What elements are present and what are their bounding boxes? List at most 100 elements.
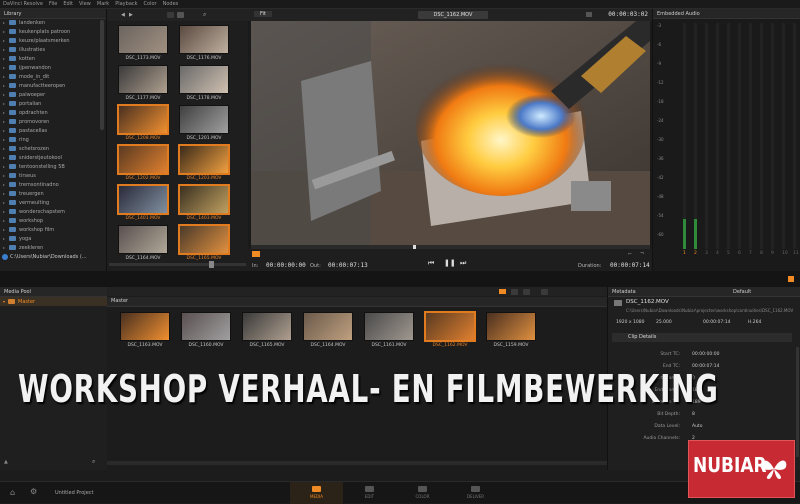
- pool-clip[interactable]: DSC_1164.MOV: [300, 312, 356, 348]
- library-folder[interactable]: ▸ ring: [0, 135, 104, 144]
- page-tab-media[interactable]: MEDIA: [290, 482, 343, 504]
- library-folder[interactable]: ▸ sniderstjeutokool: [0, 153, 104, 162]
- forward-icon[interactable]: ▶: [129, 12, 133, 18]
- library-folder[interactable]: ▸ ijpenwandon: [0, 63, 104, 72]
- browser-clip[interactable]: DSC_1177.MOV: [115, 65, 171, 101]
- metadata-value[interactable]: 00:00:00:00: [692, 352, 719, 363]
- clip-thumbnail[interactable]: [118, 105, 168, 134]
- library-folder[interactable]: ▸ workshop film: [0, 225, 104, 234]
- clip-thumbnail[interactable]: [303, 312, 353, 341]
- library-folder[interactable]: ▸ manufactteeropen: [0, 81, 104, 90]
- clip-thumbnail[interactable]: [242, 312, 292, 341]
- library-folder[interactable]: ▸ palwoeper: [0, 90, 104, 99]
- library-folder[interactable]: ▸ mode_in_dit: [0, 72, 104, 81]
- pool-clip[interactable]: DSC_1162.MOV: [422, 312, 478, 348]
- menu-item[interactable]: DaVinci Resolve: [3, 1, 43, 7]
- library-scrollbar[interactable]: [100, 20, 104, 130]
- clip-details-section[interactable]: Clip Details: [612, 333, 792, 342]
- library-folder[interactable]: ▸ keukenplats patroon: [0, 27, 104, 36]
- pool-clip[interactable]: DSC_1165.MOV: [239, 312, 295, 348]
- library-folder[interactable]: ▸ yoga: [0, 234, 104, 243]
- pool-zoom-icon[interactable]: ▲: [4, 459, 8, 465]
- back-icon[interactable]: ◀: [121, 12, 125, 18]
- browser-clip[interactable]: DSC_1201.MOV: [176, 105, 232, 141]
- metadata-value[interactable]: 189: [692, 400, 701, 411]
- menu-item[interactable]: Edit: [63, 1, 73, 7]
- clip-thumbnail[interactable]: [364, 312, 414, 341]
- page-tab-edit[interactable]: EDIT: [343, 482, 396, 504]
- clip-thumbnail[interactable]: [179, 185, 229, 214]
- library-folder[interactable]: ▸ wonderschapstem: [0, 207, 104, 216]
- settings-icon[interactable]: ⚙: [30, 487, 37, 496]
- clip-thumbnail[interactable]: [118, 185, 168, 214]
- library-folder[interactable]: ▸ portalian: [0, 99, 104, 108]
- pause-icon[interactable]: ❚❚: [444, 259, 456, 267]
- menu-item[interactable]: View: [79, 1, 91, 7]
- library-folder[interactable]: ▸ kotten: [0, 54, 104, 63]
- metadata-value[interactable]: Auto: [692, 424, 702, 435]
- browser-clip[interactable]: DSC_1176.MOV: [176, 25, 232, 61]
- library-folder[interactable]: ▸ vermeulting: [0, 198, 104, 207]
- menu-item[interactable]: Mark: [97, 1, 109, 7]
- search-icon[interactable]: ⌕: [203, 11, 206, 19]
- library-folder[interactable]: ▸ tirseus: [0, 171, 104, 180]
- clip-thumbnail[interactable]: [486, 312, 536, 341]
- browser-zoom-slider[interactable]: [109, 261, 246, 268]
- library-folder[interactable]: ▸ schetsrozen: [0, 144, 104, 153]
- clip-thumbnail[interactable]: [179, 65, 229, 94]
- pool-clip[interactable]: DSC_1160.MOV: [178, 312, 234, 348]
- library-folder[interactable]: ▸ keuze/plaatsmerken: [0, 36, 104, 45]
- master-bin[interactable]: ▾ Master: [0, 297, 107, 306]
- library-folder[interactable]: ▸ pastacellas: [0, 126, 104, 135]
- pool-clip[interactable]: DSC_1159.MOV: [483, 312, 539, 348]
- page-tab-color[interactable]: COLOR: [396, 482, 449, 504]
- timecode-mode-icon[interactable]: [586, 12, 592, 17]
- clip-thumbnail[interactable]: [118, 25, 168, 54]
- browser-clip[interactable]: DSC_1164.MOV: [115, 225, 171, 261]
- home-icon[interactable]: ⌂: [10, 488, 15, 497]
- list-view-icon[interactable]: [167, 12, 174, 18]
- browser-clip[interactable]: DSC_1202.MOV: [115, 145, 171, 181]
- expand-icon[interactable]: [788, 276, 794, 282]
- browser-clip[interactable]: DSC_1401.MOV: [115, 185, 171, 221]
- pool-clip[interactable]: DSC_1163.MOV: [117, 312, 173, 348]
- library-folder[interactable]: ▸ opdrachten: [0, 108, 104, 117]
- mark-out-icon[interactable]: ¬: [640, 251, 644, 257]
- grid-view-icon[interactable]: [177, 12, 184, 18]
- metadata-value[interactable]: 0: [692, 376, 695, 387]
- library-folder[interactable]: ▸ tremsontinadno: [0, 180, 104, 189]
- pool-list-view-icon[interactable]: [499, 289, 506, 294]
- metadata-value[interactable]: 8: [692, 412, 695, 423]
- browser-clip[interactable]: DSC_1173.MOV: [115, 25, 171, 61]
- clip-thumbnail[interactable]: [425, 312, 475, 341]
- browser-zoom-handle[interactable]: [209, 261, 214, 268]
- clip-thumbnail[interactable]: [179, 105, 229, 134]
- clip-thumbnail[interactable]: [120, 312, 170, 341]
- browser-clip[interactable]: DSC_1203.MOV: [176, 145, 232, 181]
- library-folder[interactable]: ▸ workshop: [0, 216, 104, 225]
- menu-item[interactable]: File: [49, 1, 57, 7]
- library-folder[interactable]: ▸ illustraties: [0, 45, 104, 54]
- library-folder[interactable]: ▸ zeekleren: [0, 243, 104, 252]
- metadata-value[interactable]: 00:00:07:14: [692, 364, 719, 375]
- pool-clip[interactable]: DSC_1161.MOV: [361, 312, 417, 348]
- metadata-value[interactable]: 185: [692, 388, 701, 399]
- pool-scrollbar[interactable]: [107, 461, 607, 465]
- menu-item[interactable]: Nodes: [163, 1, 179, 7]
- metadata-preset[interactable]: Default: [733, 289, 751, 295]
- pool-sort-icon[interactable]: [523, 289, 530, 295]
- viewer-options-icon[interactable]: [252, 251, 260, 257]
- metadata-scrollbar[interactable]: [796, 347, 799, 457]
- browser-clip[interactable]: DSC_1178.MOV: [176, 65, 232, 101]
- browser-clip[interactable]: DSC_1165.MOV: [176, 225, 232, 261]
- clip-thumbnail[interactable]: [179, 145, 229, 174]
- clip-thumbnail[interactable]: [118, 65, 168, 94]
- clip-thumbnail[interactable]: [179, 25, 229, 54]
- pool-options-icon[interactable]: [541, 289, 548, 295]
- library-folder[interactable]: ▸ landenken: [0, 18, 104, 27]
- library-folder[interactable]: ▸ tentoonstelling 5B: [0, 162, 104, 171]
- pool-search-icon[interactable]: ⌕: [92, 458, 95, 466]
- clip-thumbnail[interactable]: [179, 225, 229, 254]
- clip-thumbnail[interactable]: [118, 145, 168, 174]
- browser-clip[interactable]: DSC_1403.MOV: [176, 185, 232, 221]
